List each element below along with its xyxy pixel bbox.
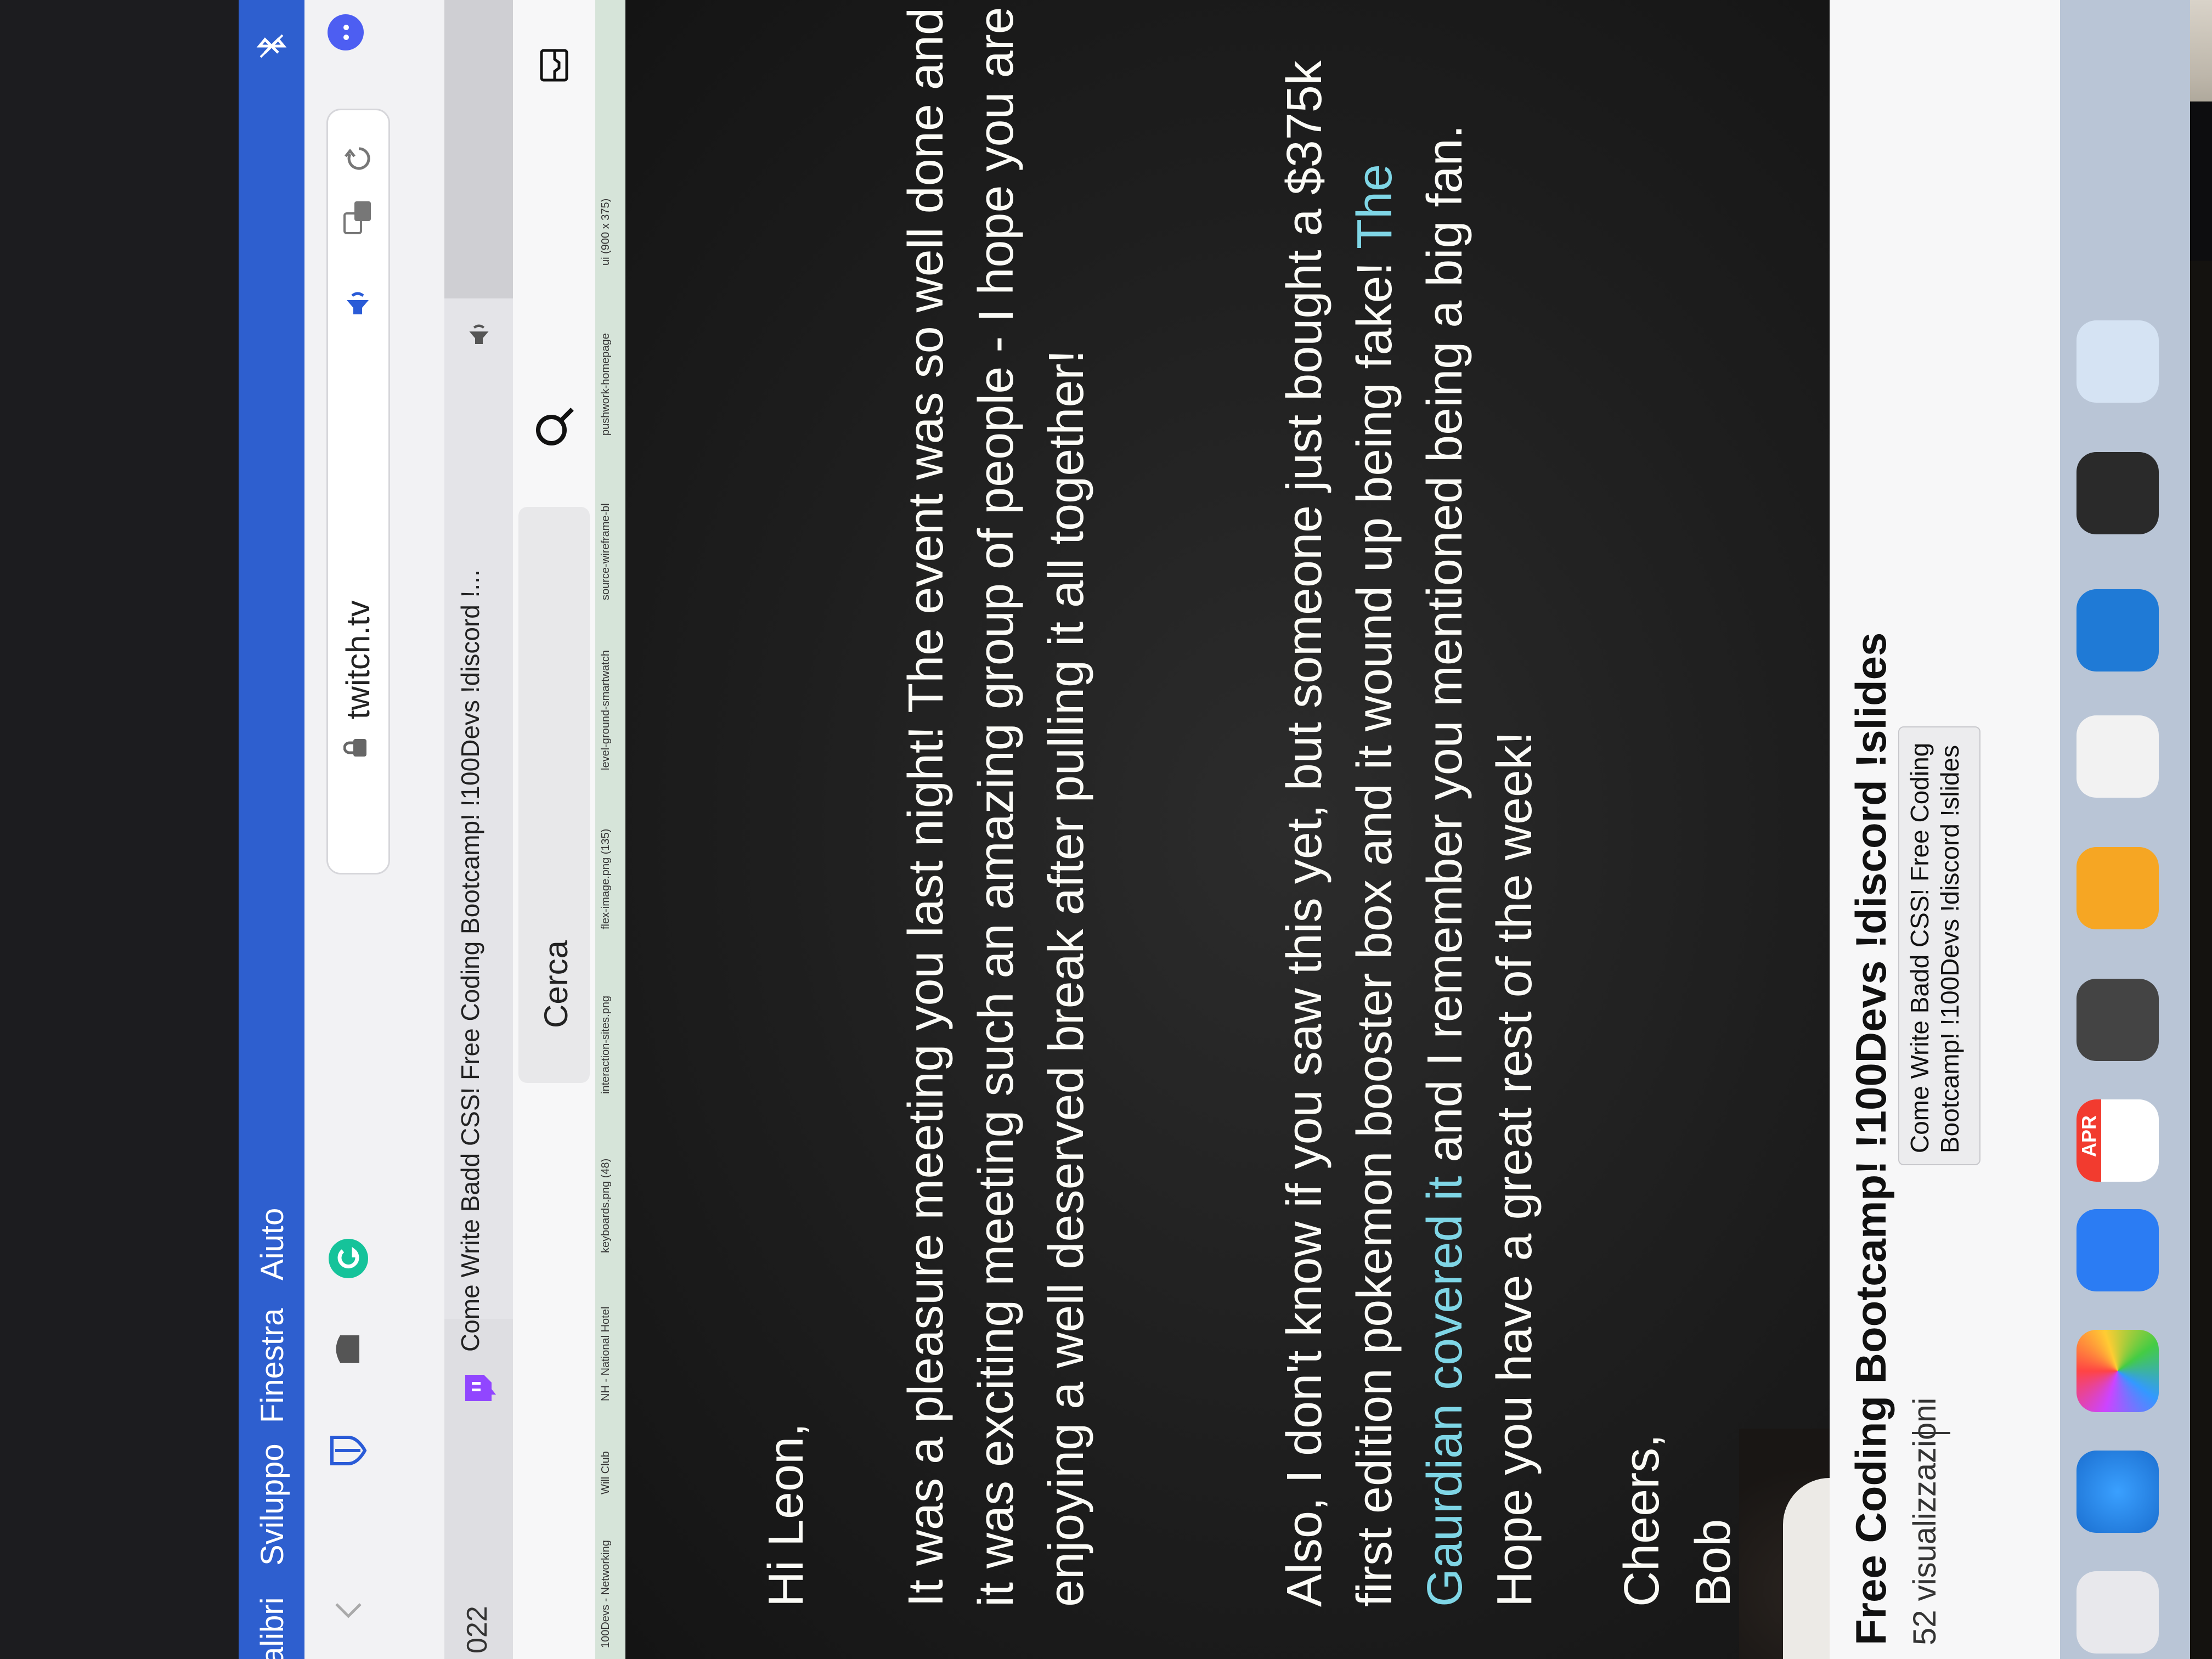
bookmark-item[interactable]: NH - National Hotel <box>600 1307 612 1401</box>
search-icon[interactable] <box>529 403 579 452</box>
stream-video-player[interactable]: Hi Leon, It was a pleasure meeting you l… <box>625 0 1830 1659</box>
bookmark-item[interactable]: source-wireframe-bl <box>600 503 612 600</box>
audio-playing-icon[interactable] <box>340 284 375 319</box>
letter-signature: Bob <box>1686 1519 1741 1607</box>
menu-item-develop[interactable]: Sviluppo <box>254 1444 291 1566</box>
menu-item-bookmarks[interactable]: alibri <box>254 1598 291 1659</box>
translate-icon[interactable] <box>339 198 377 236</box>
inbox-icon[interactable] <box>535 46 573 84</box>
back-chevron-icon[interactable] <box>332 1593 365 1626</box>
letter-paragraph-1: It was a pleasure meeting you last night… <box>899 7 1094 1607</box>
bluetooth-off-icon[interactable] <box>255 30 288 63</box>
address-text[interactable]: twitch.tv <box>339 600 377 719</box>
tab-empty-area <box>444 0 513 298</box>
bookmark-item[interactable]: interaction-sites.png <box>600 996 612 1094</box>
twitch-navbar: Cerca <box>513 0 595 1659</box>
dock: APR <box>2060 0 2190 1659</box>
bookmark-item[interactable]: flex-image.png (135) <box>600 829 612 929</box>
streamer-shirt <box>1783 1478 1830 1659</box>
text-cursor <box>1912 1424 1950 1434</box>
bookmark-item[interactable]: 100Devs - Networking <box>600 1540 612 1648</box>
menu-bar: alibri Sviluppo Finestra Aiuto <box>239 0 304 1659</box>
letter-greeting: Hi Leon, <box>759 1423 814 1607</box>
xcode-icon[interactable] <box>2076 452 2159 534</box>
screenshot-icon[interactable] <box>2076 979 2159 1061</box>
preview-icon[interactable] <box>2076 320 2159 403</box>
photos-icon[interactable] <box>2076 1330 2159 1412</box>
search-placeholder: Cerca <box>538 940 574 1028</box>
reload-icon[interactable] <box>341 141 376 176</box>
menu-item-window[interactable]: Finestra <box>254 1308 291 1423</box>
bookmark-item[interactable]: pushwork-homepage <box>600 333 612 436</box>
address-bar[interactable]: twitch.tv <box>326 109 390 874</box>
bookmark-item[interactable]: Will Club <box>600 1451 612 1494</box>
vscode-icon[interactable] <box>2076 589 2159 672</box>
pages-icon[interactable] <box>2076 847 2159 929</box>
twitch-favicon-icon <box>465 1375 496 1401</box>
tab-audio-icon[interactable] <box>464 317 494 348</box>
stream-title: Free Coding Bootcamp! !100Devs !discord … <box>1847 632 1895 1645</box>
textedit-icon[interactable] <box>2076 715 2159 798</box>
bookmarks-bar: 100Devs - Networking Will Club NH - Nati… <box>595 0 625 1659</box>
screen: alibri Sviluppo Finestra Aiuto twitch.tv… <box>0 0 2190 1659</box>
bookmark-item[interactable]: keyboards.png (48) <box>600 1159 612 1253</box>
calendar-month: APR <box>2078 1115 2100 1157</box>
bookmark-item[interactable]: ui (900 x 375) <box>600 199 612 266</box>
tab-previous-fragment: 022 <box>461 1606 493 1654</box>
menu-item-help[interactable]: Aiuto <box>254 1208 291 1280</box>
tab-previous[interactable]: 022 <box>444 1319 513 1659</box>
view-count: 52 visualizzazioni <box>1907 1397 1943 1645</box>
grammarly-icon[interactable] <box>326 1237 370 1280</box>
calendar-icon[interactable]: APR <box>2076 1099 2159 1182</box>
mail-icon[interactable] <box>2076 1209 2159 1291</box>
launchpad-icon[interactable] <box>2076 1571 2159 1654</box>
letter-paragraph-2: Also, I don't know if you saw this yet, … <box>1270 5 1550 1607</box>
tab-bar: 022 Come Write Badd CSS! Free Coding Boo… <box>444 0 513 1659</box>
stream-info: Free Coding Bootcamp! !100Devs !discord … <box>1830 0 2060 1659</box>
browser-toolbar: twitch.tv <box>304 0 444 1659</box>
safari-icon[interactable] <box>2076 1451 2159 1533</box>
letter-paragraph-2-text: Also, I don't know if you saw this yet, … <box>1277 60 1402 1607</box>
lock-icon <box>343 739 366 757</box>
extension-icon[interactable] <box>329 1330 368 1368</box>
letter-signoff: Cheers, <box>1615 1434 1669 1607</box>
bitwarden-shield-icon[interactable] <box>326 1429 370 1472</box>
bookmark-item[interactable]: level-ground-smartwatch <box>600 650 612 770</box>
title-tooltip: Come Write Badd CSS! Free Coding Bootcam… <box>1898 726 1980 1165</box>
tab-active-title[interactable]: Come Write Badd CSS! Free Coding Bootcam… <box>455 569 485 1352</box>
discord-extension-icon[interactable] <box>326 13 365 52</box>
